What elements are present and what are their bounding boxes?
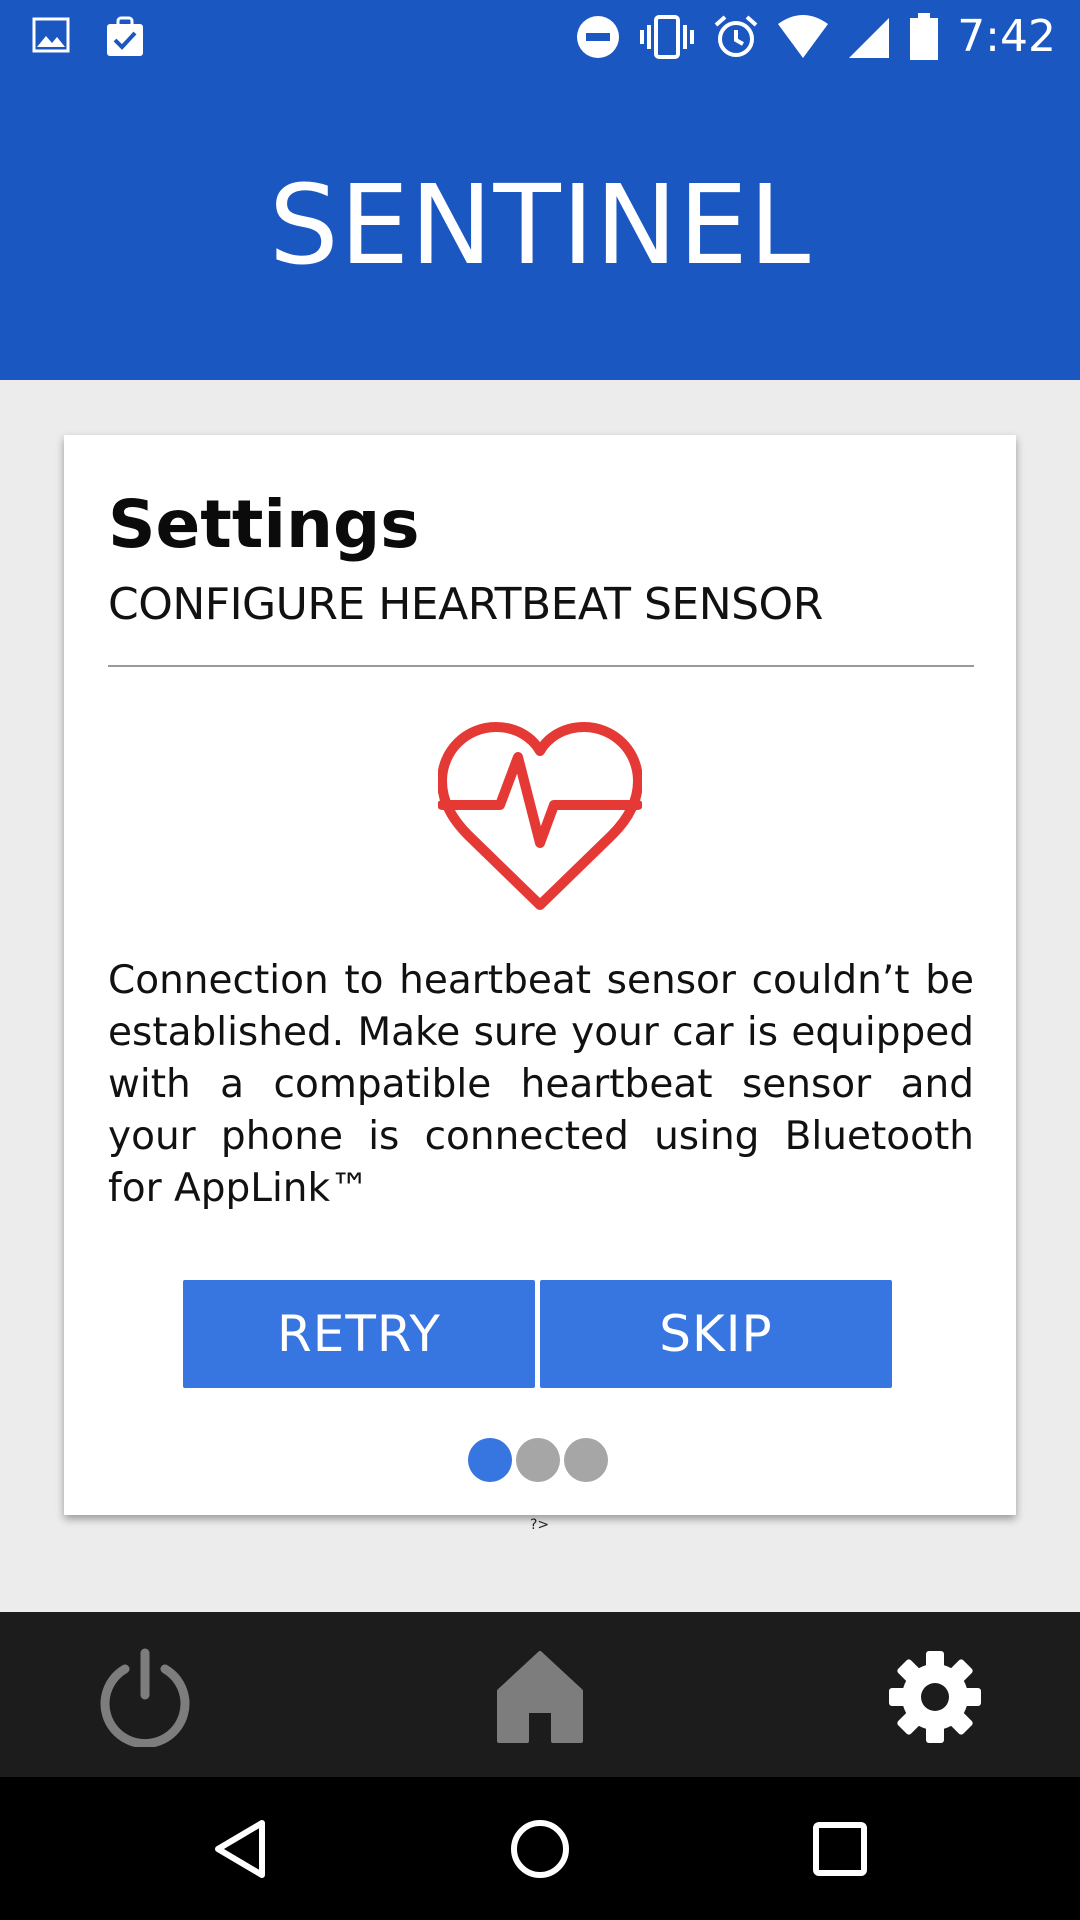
back-triangle-icon [215,1820,265,1878]
home-icon [497,1651,583,1743]
do-not-disturb-icon [577,16,620,58]
heartbeat-icon [438,722,642,910]
tab-settings[interactable] [880,1642,990,1752]
app-title: SENTINEL [268,161,812,289]
stray-text: ?> [530,1517,550,1533]
status-time: 7:42 [957,11,1056,62]
retry-button[interactable]: RETRY [183,1280,535,1388]
signal-icon [849,18,890,58]
power-icon [100,1648,190,1747]
settings-card: Settings CONFIGURE HEARTBEAT SENSOR Conn… [64,435,1016,1515]
status-right-icons: 7:42 [575,12,1056,62]
status-bar: 7:42 [0,0,1080,75]
card-title: Settings [108,486,420,563]
card-subtitle: CONFIGURE HEARTBEAT SENSOR [108,579,823,630]
image-icon [32,17,70,53]
alarm-icon [714,15,758,57]
pager-dot-active [468,1438,512,1482]
wifi-icon [778,15,829,58]
home-circle-icon [511,1820,569,1878]
nav-recents-button[interactable] [800,1809,880,1889]
status-left-icons [32,16,146,58]
system-nav-bar [0,1777,1080,1920]
nav-home-button[interactable] [500,1809,580,1889]
tab-power[interactable] [90,1642,200,1752]
vibrate-icon [640,15,695,59]
app-header: SENTINEL [0,75,1080,380]
gear-icon [889,1651,981,1743]
nav-back-button[interactable] [200,1809,280,1889]
pager-dots [468,1438,608,1482]
pager-dot [516,1438,560,1482]
tab-home[interactable] [485,1642,595,1752]
recents-square-icon [813,1822,867,1876]
clipboard-check-icon [107,16,143,56]
error-message: Connection to heartbeat sensor couldn’t … [108,958,974,1211]
battery-icon [910,13,939,60]
pager-dot [564,1438,608,1482]
divider [108,665,974,667]
bottom-tab-bar [0,1612,1080,1777]
skip-button[interactable]: SKIP [540,1280,892,1388]
